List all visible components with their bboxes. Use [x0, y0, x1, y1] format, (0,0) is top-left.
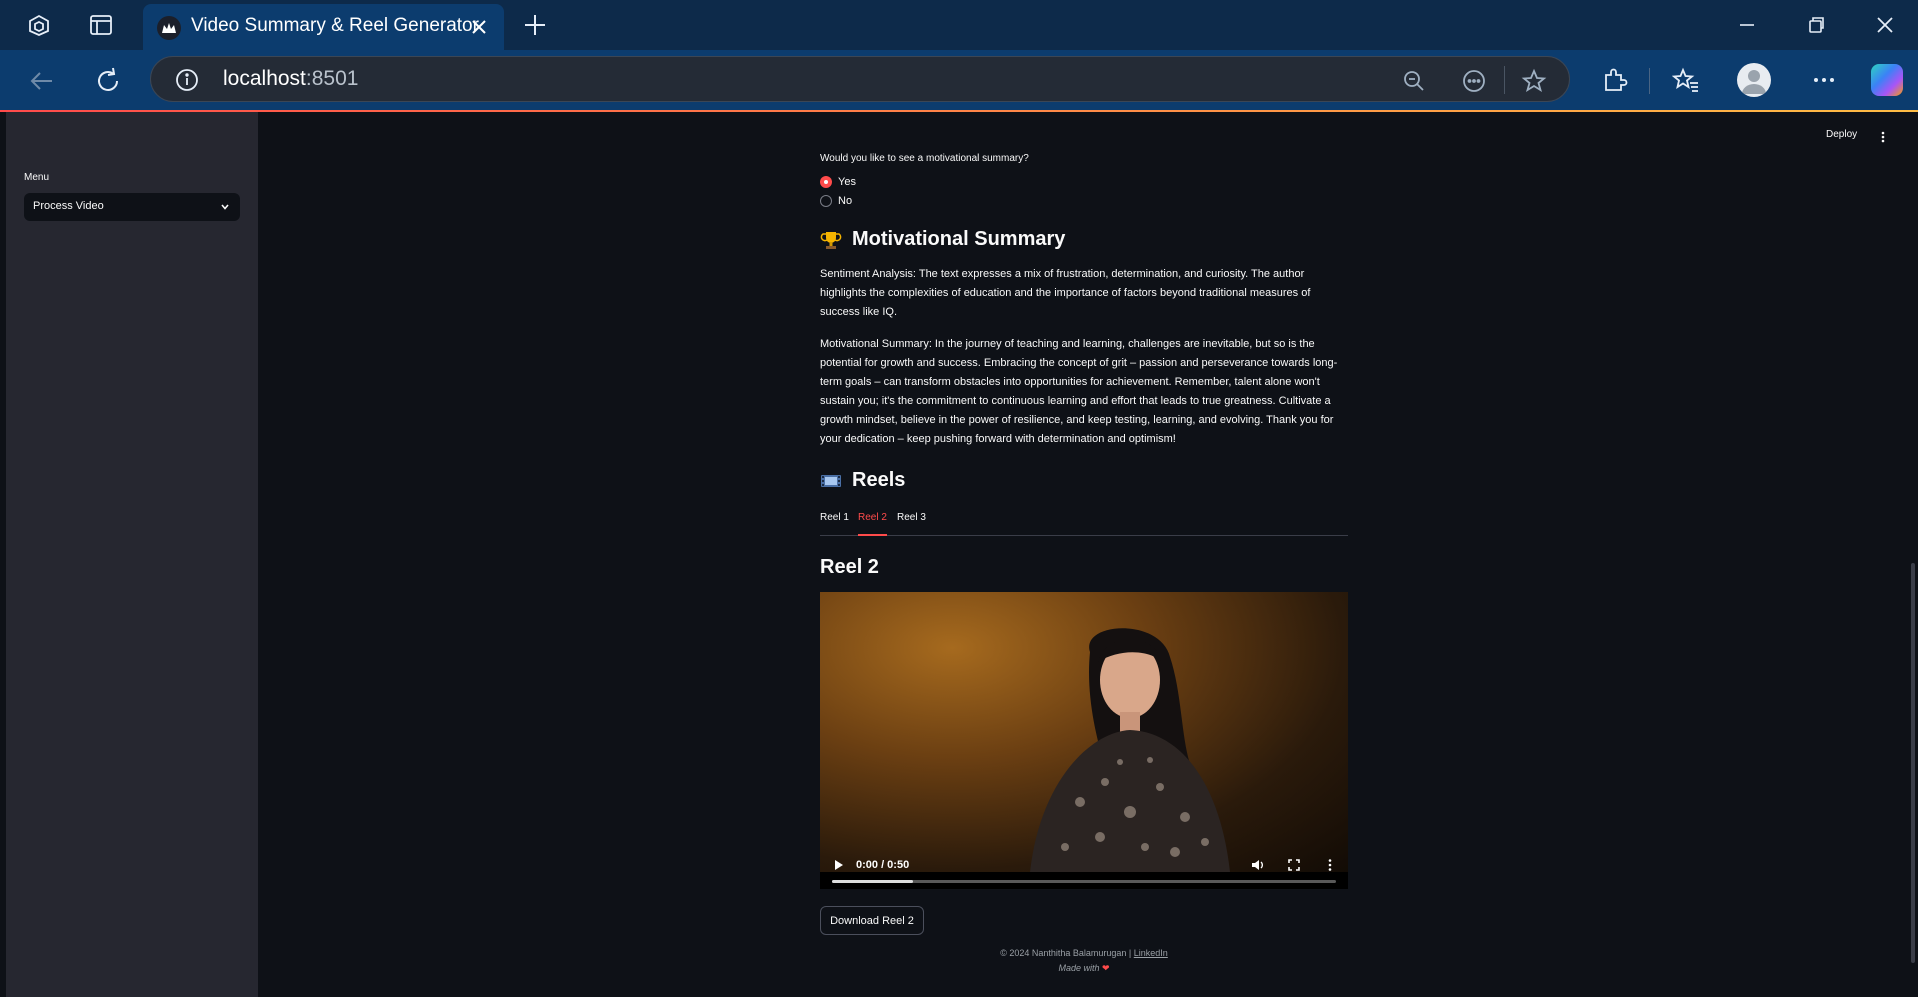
footer-made-with-text: Made with — [1058, 963, 1102, 973]
radio-selected[interactable] — [820, 176, 832, 188]
extensions-icon[interactable] — [1600, 66, 1628, 94]
close-window-icon[interactable] — [1872, 12, 1898, 38]
read-aloud-icon[interactable] — [1461, 68, 1487, 94]
favorite-star-icon[interactable] — [1521, 68, 1547, 94]
menu-label: Menu — [24, 172, 50, 183]
site-info-icon[interactable] — [175, 68, 199, 92]
browser-tab-active[interactable]: Video Summary & Reel Generator — [143, 4, 504, 50]
reels-heading: Reels — [820, 469, 905, 492]
reel-tabs: Reel 1 Reel 2 Reel 3 — [820, 512, 1348, 536]
footer-copyright: © 2024 Nanthitha Balamurugan | LinkedIn — [820, 948, 1348, 958]
tab-reel-1[interactable]: Reel 1 — [820, 512, 849, 536]
refresh-icon[interactable] — [93, 66, 123, 96]
radio-unselected[interactable] — [820, 195, 832, 207]
menu-select[interactable]: Process Video — [24, 193, 240, 221]
film-icon — [821, 474, 841, 487]
copilot-icon[interactable] — [1871, 64, 1903, 96]
reel-title: Reel 2 — [820, 556, 879, 578]
profile-icon[interactable] — [1737, 63, 1771, 97]
url-port: :8501 — [305, 67, 359, 90]
video-player[interactable]: 0:00 / 0:50 — [820, 592, 1348, 889]
linkedin-link[interactable]: LinkedIn — [1134, 948, 1168, 958]
browser-toolbar: localhost:8501 — [0, 50, 1918, 110]
streamlit-favicon — [157, 16, 181, 40]
address-bar[interactable]: localhost:8501 — [150, 56, 1570, 102]
url-text[interactable]: localhost:8501 — [223, 67, 358, 91]
download-reel-label: Download Reel 2 — [830, 915, 914, 927]
speaker-image — [1030, 628, 1230, 872]
motivational-summary-text: Motivational Summary: In the journey of … — [820, 338, 1338, 445]
tab-title: Video Summary & Reel Generator — [191, 15, 479, 36]
menu-select-value: Process Video — [33, 200, 104, 212]
video-controls: 0:00 / 0:50 — [820, 847, 1348, 889]
more-icon[interactable] — [1810, 66, 1838, 94]
fullscreen-icon[interactable] — [1287, 858, 1301, 872]
tab-actions-icon[interactable] — [88, 12, 114, 38]
footer-copyright-text: © 2024 Nanthitha Balamurugan | — [1000, 948, 1134, 958]
chevron-down-icon — [221, 204, 229, 210]
motivational-question: Would you like to see a motivational sum… — [820, 153, 1029, 164]
heart-icon: ❤ — [1101, 963, 1110, 973]
sidebar — [6, 112, 258, 997]
radio-label-yes: Yes — [838, 176, 856, 188]
radio-option-no[interactable]: No — [820, 193, 852, 209]
reels-heading-text: Reels — [852, 469, 906, 491]
radio-label-no: No — [838, 195, 853, 207]
tab-reel-2[interactable]: Reel 2 — [858, 512, 887, 536]
scrollbar[interactable] — [1911, 563, 1915, 963]
radio-option-yes[interactable]: Yes — [820, 174, 856, 190]
download-reel-button[interactable]: Download Reel 2 — [820, 906, 924, 935]
tab-reel-3[interactable]: Reel 3 — [897, 512, 926, 536]
minimize-icon[interactable] — [1734, 12, 1760, 38]
address-bar-divider — [1504, 66, 1505, 94]
back-icon[interactable] — [27, 66, 57, 96]
close-icon[interactable] — [468, 16, 490, 38]
favorites-icon[interactable] — [1672, 66, 1700, 94]
main-menu-icon[interactable] — [1879, 130, 1887, 144]
sentiment-analysis-text: Sentiment Analysis: The text expresses a… — [820, 268, 1311, 318]
volume-icon[interactable] — [1251, 858, 1265, 872]
browser-titlebar: Video Summary & Reel Generator — [0, 0, 1918, 50]
url-host: localhost — [223, 67, 306, 90]
play-icon[interactable] — [834, 859, 844, 871]
restore-icon[interactable] — [1803, 12, 1829, 38]
video-time: 0:00 / 0:50 — [856, 859, 910, 871]
zoom-out-icon[interactable] — [1401, 68, 1427, 94]
toolbar-divider — [1649, 68, 1650, 94]
summary-heading-text: Motivational Summary — [852, 228, 1066, 250]
trophy-icon — [820, 231, 842, 249]
summary-heading: Motivational Summary — [820, 228, 1065, 251]
video-seek-bar[interactable] — [832, 880, 1336, 883]
footer-made-with: Made with ❤ — [820, 963, 1348, 974]
workspaces-icon[interactable] — [26, 12, 52, 38]
deploy-button[interactable]: Deploy — [1826, 129, 1857, 140]
new-tab-icon[interactable] — [522, 12, 548, 38]
video-options-icon[interactable] — [1323, 858, 1337, 872]
video-buffered — [832, 880, 913, 883]
